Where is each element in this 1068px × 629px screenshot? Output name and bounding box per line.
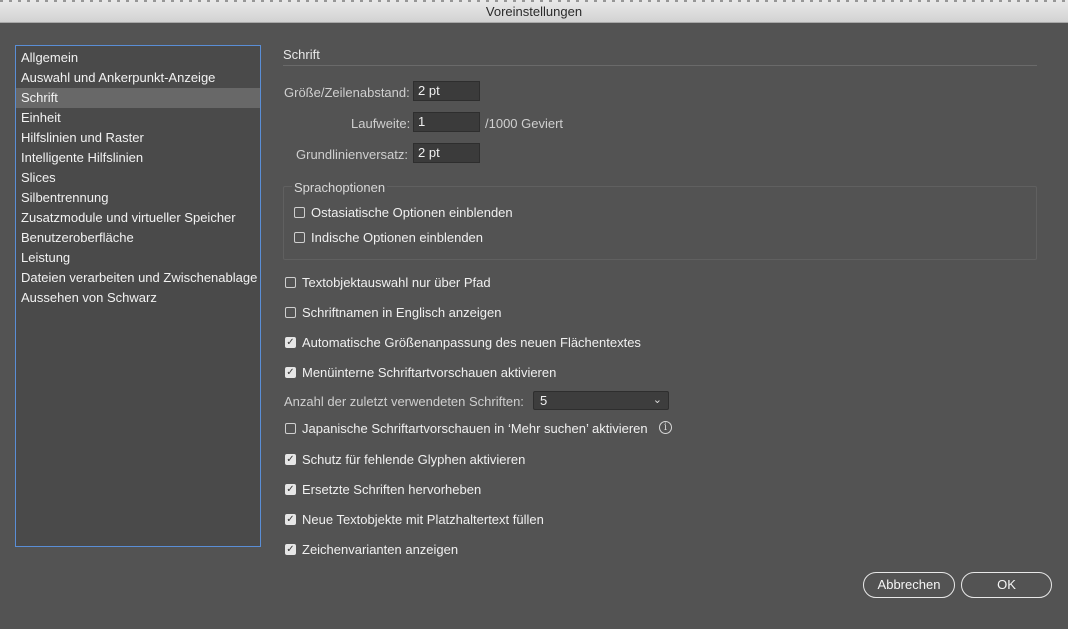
missing-glyph-option[interactable]: ✓ Schutz für fehlende Glyphen aktivieren [285,450,525,468]
missing-glyph-label: Schutz für fehlende Glyphen aktivieren [302,451,526,467]
sidebar-item-benutzeroberflaeche[interactable]: Benutzeroberfläche [16,228,260,248]
size-input[interactable]: 2 pt [413,81,480,101]
checkmark-icon[interactable]: ✓ [285,336,296,348]
japanese-preview-checkbox[interactable] [285,422,296,434]
info-icon[interactable]: i [659,421,672,434]
east-asian-option[interactable]: Ostasiatische Optionen einblenden [294,203,513,221]
indic-label: Indische Optionen einblenden [311,229,484,245]
recent-fonts-select[interactable]: 5 ⌄ [533,391,669,410]
sidebar-item-intelligente-hilfslinien[interactable]: Intelligente Hilfslinien [16,148,260,168]
category-list[interactable]: Allgemein Auswahl und Ankerpunkt-Anzeige… [15,45,261,547]
checkmark-icon[interactable]: ✓ [285,366,296,378]
placeholder-text-label: Neue Textobjekte mit Platzhaltertext fül… [302,511,544,527]
cancel-button[interactable]: Abbrechen [863,572,955,598]
indic-option[interactable]: Indische Optionen einblenden [294,228,483,246]
baseline-input[interactable]: 2 pt [413,143,480,163]
chevron-down-icon: ⌄ [652,394,662,406]
sidebar-item-dateien[interactable]: Dateien verarbeiten und Zwischenablage [16,268,260,288]
baseline-label: Grundlinienversatz: [296,147,408,162]
menu-preview-label: Menüinterne Schriftartvorschauen aktivie… [302,364,557,380]
highlight-substituted-option[interactable]: ✓ Ersetzte Schriften hervorheben [285,480,481,498]
text-object-path-checkbox[interactable] [285,276,296,288]
tracking-input[interactable]: 1 [413,112,480,132]
size-label: Größe/Zeilenabstand: [284,85,410,100]
language-options-group [283,186,1037,260]
glyph-alternates-label: Zeichenvarianten anzeigen [302,541,459,557]
menu-preview-option[interactable]: ✓ Menüinterne Schriftartvorschauen aktiv… [285,363,556,381]
japanese-preview-label: Japanische Schriftartvorschauen in ‘Mehr… [302,420,648,436]
sidebar-item-auswahl[interactable]: Auswahl und Ankerpunkt-Anzeige [16,68,260,88]
sidebar-item-zusatzmodule[interactable]: Zusatzmodule und virtueller Speicher [16,208,260,228]
text-object-path-option[interactable]: Textobjektauswahl nur über Pfad [285,273,491,291]
auto-size-option[interactable]: ✓ Automatische Größenanpassung des neuen… [285,333,641,351]
auto-size-label: Automatische Größenanpassung des neuen F… [302,334,641,350]
language-options-title: Sprachoptionen [292,180,388,195]
checkmark-icon[interactable]: ✓ [285,453,296,465]
recent-fonts-label: Anzahl der zuletzt verwendeten Schriften… [284,394,524,409]
sidebar-item-einheit[interactable]: Einheit [16,108,260,128]
tracking-label: Laufweite: [351,116,411,131]
text-object-path-label: Textobjektauswahl nur über Pfad [302,274,491,290]
indic-checkbox[interactable] [294,231,305,243]
font-names-english-option[interactable]: Schriftnamen in Englisch anzeigen [285,303,501,321]
checkmark-icon[interactable]: ✓ [285,543,296,555]
sidebar-item-hilfslinien[interactable]: Hilfslinien und Raster [16,128,260,148]
japanese-preview-option[interactable]: Japanische Schriftartvorschauen in ‘Mehr… [285,419,648,437]
checkmark-icon[interactable]: ✓ [285,513,296,525]
settings-panel: Schrift Größe/Zeilenabstand: 2 pt Laufwe… [283,0,1037,560]
font-names-english-checkbox[interactable] [285,306,296,318]
tracking-unit: /1000 Geviert [485,116,564,131]
east-asian-label: Ostasiatische Optionen einblenden [311,204,513,220]
sidebar-item-slices[interactable]: Slices [16,168,260,188]
glyph-alternates-option[interactable]: ✓ Zeichenvarianten anzeigen [285,540,458,558]
sidebar-item-schrift[interactable]: Schrift [16,88,260,108]
highlight-substituted-label: Ersetzte Schriften hervorheben [302,481,482,497]
placeholder-text-option[interactable]: ✓ Neue Textobjekte mit Platzhaltertext f… [285,510,544,528]
checkmark-icon[interactable]: ✓ [285,483,296,495]
section-divider [283,65,1037,66]
sidebar-item-allgemein[interactable]: Allgemein [16,48,260,68]
east-asian-checkbox[interactable] [294,206,305,218]
section-title: Schrift [283,47,320,62]
recent-fonts-value: 5 [540,393,548,408]
sidebar-item-silbentrennung[interactable]: Silbentrennung [16,188,260,208]
ok-button[interactable]: OK [961,572,1052,598]
sidebar-item-leistung[interactable]: Leistung [16,248,260,268]
font-names-english-label: Schriftnamen in Englisch anzeigen [302,304,502,320]
sidebar-item-schwarz[interactable]: Aussehen von Schwarz [16,288,260,308]
